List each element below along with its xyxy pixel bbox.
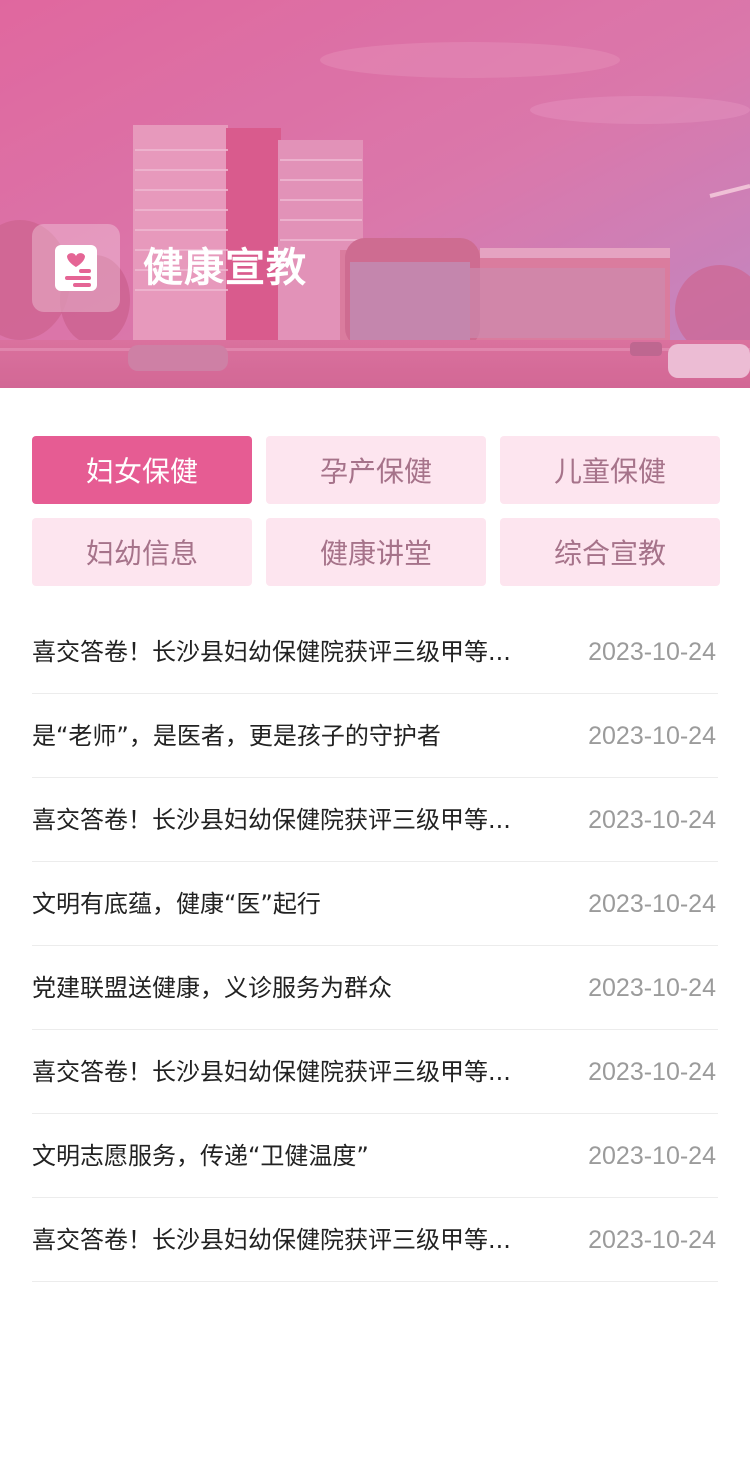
- news-title: 是“老师”，是医者，更是孩子的守护者: [32, 722, 441, 750]
- list-item[interactable]: 党建联盟送健康，义诊服务为群众 2023-10-24: [32, 946, 718, 1030]
- page-title: 健康宣教: [143, 245, 307, 291]
- health-record-icon: [32, 224, 120, 312]
- hospital-building-image: [0, 0, 750, 388]
- list-item[interactable]: 喜交答卷！长沙县妇幼保健院获评三级甲等... 2023-10-24: [32, 1030, 718, 1114]
- news-title: 党建联盟送健康，义诊服务为群众: [32, 974, 392, 1002]
- news-date: 2023-10-24: [588, 1142, 716, 1170]
- news-title: 喜交答卷！长沙县妇幼保健院获评三级甲等...: [32, 638, 511, 666]
- tab-health-lecture[interactable]: 健康讲堂: [266, 518, 486, 586]
- list-item[interactable]: 文明志愿服务，传递“卫健温度” 2023-10-24: [32, 1114, 718, 1198]
- tab-maternal-health[interactable]: 孕产保健: [266, 436, 486, 504]
- tab-women-health[interactable]: 妇女保健: [32, 436, 252, 504]
- tab-maternal-child-info[interactable]: 妇幼信息: [32, 518, 252, 586]
- news-date: 2023-10-24: [588, 806, 716, 834]
- list-item[interactable]: 喜交答卷！长沙县妇幼保健院获评三级甲等... 2023-10-24: [32, 1198, 718, 1282]
- hero-banner: 健康宣教: [0, 0, 750, 388]
- tab-child-health[interactable]: 儿童保健: [500, 436, 720, 504]
- news-date: 2023-10-24: [588, 722, 716, 750]
- list-item[interactable]: 是“老师”，是医者，更是孩子的守护者 2023-10-24: [32, 694, 718, 778]
- tab-general-education[interactable]: 综合宣教: [500, 518, 720, 586]
- list-item[interactable]: 喜交答卷！长沙县妇幼保健院获评三级甲等... 2023-10-24: [32, 778, 718, 862]
- news-date: 2023-10-24: [588, 1058, 716, 1086]
- news-title: 喜交答卷！长沙县妇幼保健院获评三级甲等...: [32, 1226, 511, 1254]
- news-title: 文明志愿服务，传递“卫健温度”: [32, 1142, 369, 1170]
- news-title: 文明有底蕴，健康“医”起行: [32, 890, 321, 918]
- news-title: 喜交答卷！长沙县妇幼保健院获评三级甲等...: [32, 806, 511, 834]
- news-date: 2023-10-24: [588, 974, 716, 1002]
- list-item[interactable]: 文明有底蕴，健康“医”起行 2023-10-24: [32, 862, 718, 946]
- list-item[interactable]: 喜交答卷！长沙县妇幼保健院获评三级甲等... 2023-10-24: [32, 610, 718, 694]
- news-list: 喜交答卷！长沙县妇幼保健院获评三级甲等... 2023-10-24 是“老师”，…: [32, 610, 718, 1282]
- news-title: 喜交答卷！长沙县妇幼保健院获评三级甲等...: [32, 1058, 511, 1086]
- news-date: 2023-10-24: [588, 890, 716, 918]
- news-date: 2023-10-24: [588, 638, 716, 666]
- news-date: 2023-10-24: [588, 1226, 716, 1254]
